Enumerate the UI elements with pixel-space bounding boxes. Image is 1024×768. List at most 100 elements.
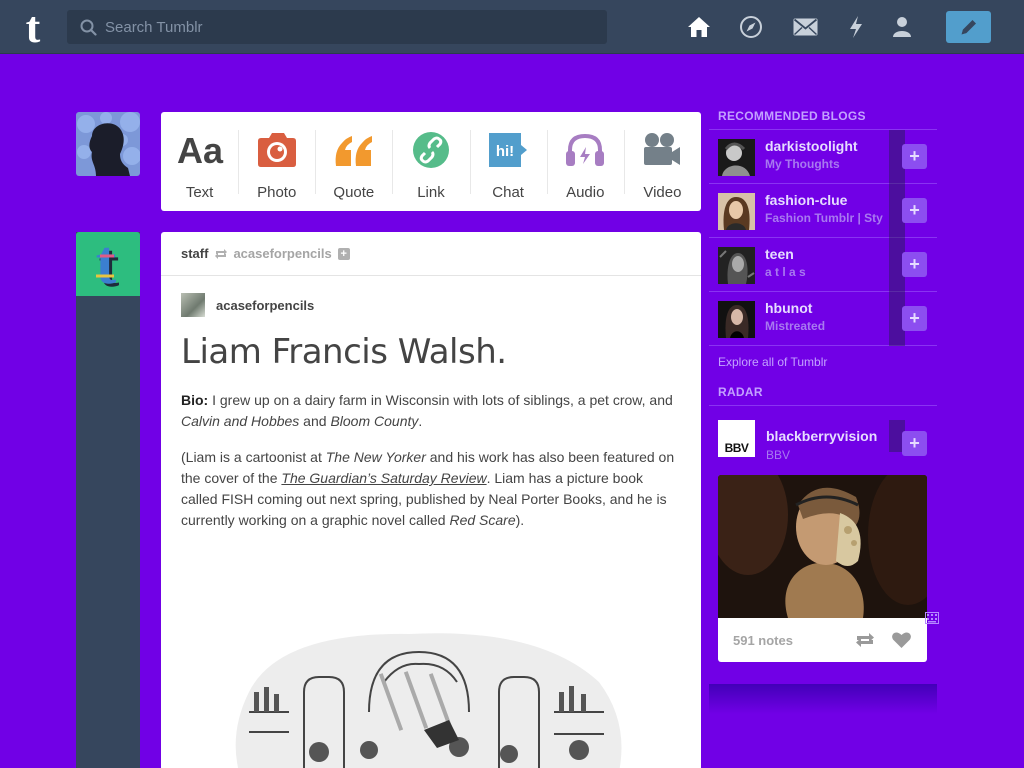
follow-button[interactable]: + <box>902 144 927 169</box>
post-type-label: Link <box>417 184 445 201</box>
post-header: staff acaseforpencils + <box>161 232 701 276</box>
search-input[interactable] <box>105 10 595 44</box>
blog-description: Mistreated <box>765 319 826 333</box>
post-type-quote[interactable]: Quote <box>315 112 392 211</box>
radar-blog-description: BBV <box>766 448 791 462</box>
search-icon <box>80 19 97 36</box>
recommended-blog-item[interactable]: fashion-clue Fashion Tumblr | Sty + <box>709 184 937 238</box>
quote-icon <box>329 129 379 171</box>
blog-description: a t l a s <box>765 265 806 279</box>
info-text: (Liam is a cartoonist at <box>181 449 326 465</box>
post-type-chat[interactable]: hi! Chat <box>469 112 547 211</box>
post-type-label: Video <box>643 184 682 201</box>
post-author-link[interactable]: staff <box>181 246 208 261</box>
post-type-bar: Aa Text Photo Quote Link hi! Chat Audio <box>161 112 701 211</box>
info-text: ). <box>515 512 525 528</box>
radar-post-image[interactable] <box>718 475 927 618</box>
post-type-link[interactable]: Link <box>392 112 469 211</box>
svg-text:hi!: hi! <box>496 143 514 160</box>
reblog-icon[interactable] <box>854 631 876 649</box>
tumblr-logo-icon[interactable]: t <box>15 6 51 48</box>
bio-label: Bio: <box>181 392 209 408</box>
post-type-video[interactable]: Video <box>623 112 701 211</box>
search-box <box>67 10 607 44</box>
source-avatar[interactable] <box>181 293 205 317</box>
sidebar-footer-band <box>709 684 937 714</box>
follow-button[interactable]: + <box>902 431 927 456</box>
follow-source-button[interactable]: + <box>337 247 350 260</box>
recommended-blog-item[interactable]: teen a t l a s + <box>709 238 937 292</box>
like-heart-icon[interactable] <box>891 631 912 649</box>
recommended-blog-item[interactable]: hbunot Mistreated + <box>709 292 937 346</box>
bio-paragraph: Bio: I grew up on a dairy farm in Wiscon… <box>181 390 681 432</box>
link-icon <box>406 129 456 171</box>
svg-text:t: t <box>26 6 41 48</box>
blog-name[interactable]: darkistoolight <box>765 138 858 154</box>
svg-text:t: t <box>96 236 117 292</box>
post-type-label: Photo <box>257 184 297 201</box>
post-type-text[interactable]: Aa Text <box>161 112 238 211</box>
recommended-blog-item[interactable]: darkistoolight My Thoughts + <box>709 130 937 184</box>
pencil-icon <box>961 20 976 35</box>
staff-avatar[interactable]: t t <box>76 232 140 296</box>
blog-name[interactable]: teen <box>765 246 794 262</box>
follow-button[interactable]: + <box>902 252 927 277</box>
post-type-label: Quote <box>333 184 375 201</box>
radar-blog-avatar[interactable]: BBV <box>718 420 755 457</box>
radar-blog[interactable]: BBV blackberryvision BBV + <box>709 406 937 462</box>
video-icon <box>637 129 687 171</box>
post-source: acaseforpencils <box>181 293 314 317</box>
blog-name[interactable]: fashion-clue <box>765 192 847 208</box>
cartoon-image[interactable] <box>209 622 634 768</box>
top-bar: t <box>0 0 1024 54</box>
user-avatar[interactable] <box>76 112 140 176</box>
post-type-photo[interactable]: Photo <box>238 112 315 211</box>
recommended-blogs-title: RECOMMENDED BLOGS <box>709 108 937 130</box>
radar-blog-name[interactable]: blackberryvision <box>766 428 877 444</box>
post-type-label: Chat <box>492 184 524 201</box>
post-type-label: Audio <box>566 184 605 201</box>
info-italic: Red Scare <box>449 512 516 528</box>
blog-avatar[interactable] <box>718 301 755 338</box>
blog-avatar[interactable] <box>718 139 755 176</box>
post-type-audio[interactable]: Audio <box>546 112 624 211</box>
blog-name[interactable]: hbunot <box>765 300 812 316</box>
activity-icon[interactable] <box>842 13 870 41</box>
radar-title: RADAR <box>709 384 937 406</box>
bio-text: . <box>418 413 423 429</box>
guardian-link[interactable]: The Guardian’s Saturday Review <box>281 470 486 486</box>
blog-description: Fashion Tumblr | Sty <box>765 211 883 225</box>
audio-icon <box>560 129 610 171</box>
explore-all-link[interactable]: Explore all of Tumblr <box>709 346 937 381</box>
bio-italic: Bloom County <box>330 413 419 429</box>
blog-avatar[interactable] <box>718 193 755 230</box>
blog-avatar[interactable] <box>718 247 755 284</box>
explore-icon[interactable] <box>737 13 765 41</box>
svg-text:Aa: Aa <box>177 130 224 171</box>
camera-icon <box>252 129 302 171</box>
source-name-link[interactable]: acaseforpencils <box>216 298 314 313</box>
info-italic: The New Yorker <box>325 449 426 465</box>
bio-italic: Calvin and Hobbes <box>181 413 300 429</box>
compose-button[interactable] <box>946 11 991 43</box>
right-sidebar: RECOMMENDED BLOGS darkistoolight My Thou… <box>709 108 937 662</box>
bio-text: and <box>299 413 331 429</box>
messages-icon[interactable] <box>791 13 819 41</box>
chat-icon: hi! <box>483 129 533 171</box>
info-paragraph: (Liam is a cartoonist at The New Yorker … <box>181 447 681 531</box>
keyboard-shortcuts-icon[interactable] <box>925 612 939 624</box>
follow-button[interactable]: + <box>902 198 927 223</box>
radar-post-footer: 591 notes <box>718 618 927 662</box>
post-body: Bio: I grew up on a dairy farm in Wiscon… <box>181 390 681 546</box>
account-icon[interactable] <box>888 13 916 41</box>
follow-button[interactable]: + <box>902 306 927 331</box>
radar-post-card: 591 notes <box>718 475 927 662</box>
post-title: Liam Francis Walsh. <box>181 332 507 372</box>
post-avatar-column: t t <box>76 232 140 768</box>
home-icon[interactable] <box>685 13 713 41</box>
notes-count[interactable]: 591 notes <box>733 633 854 648</box>
reblog-source-link[interactable]: acaseforpencils <box>233 246 331 261</box>
blog-description: My Thoughts <box>765 157 840 171</box>
dashboard-post: staff acaseforpencils + acaseforpencils … <box>161 232 701 768</box>
reblog-icon <box>214 248 228 260</box>
